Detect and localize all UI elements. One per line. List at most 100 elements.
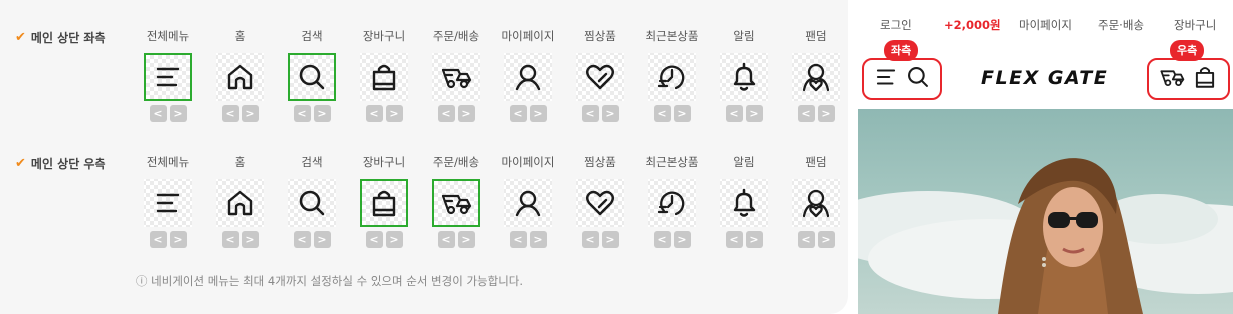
move-left-button[interactable]: < <box>149 105 167 122</box>
preview-cart-icon[interactable] <box>1192 64 1218 94</box>
delivery-icon[interactable] <box>432 53 480 101</box>
move-left-button[interactable]: < <box>653 231 671 248</box>
topbar-login-link[interactable]: 로그인 <box>880 17 912 33</box>
move-left-button[interactable]: < <box>149 231 167 248</box>
move-right-button[interactable]: > <box>313 231 331 248</box>
move-right-button[interactable]: > <box>313 105 331 122</box>
move-right-button[interactable]: > <box>601 231 619 248</box>
wishlist-icon[interactable] <box>576 179 624 227</box>
icon-option-recent: 최근본상품 < > <box>642 28 702 122</box>
icon-option-cart: 장바구니 < > <box>354 154 414 248</box>
icon-option-title: 홈 <box>234 155 246 169</box>
move-right-button[interactable]: > <box>601 105 619 122</box>
preview-delivery-icon[interactable] <box>1159 64 1185 94</box>
icon-option-mypage: 마이페이지 < > <box>498 154 558 248</box>
icon-option-delivery: 주문/배송 < > <box>426 28 486 122</box>
bell-icon[interactable] <box>720 179 768 227</box>
order-arrows: < > <box>354 105 414 122</box>
order-arrows: < > <box>210 231 270 248</box>
move-left-button[interactable]: < <box>653 105 671 122</box>
move-left-button[interactable]: < <box>797 231 815 248</box>
move-left-button[interactable]: < <box>725 231 743 248</box>
menu-icon[interactable] <box>144 179 192 227</box>
move-left-button[interactable]: < <box>437 105 455 122</box>
icon-option-title: 마이페이지 <box>501 155 555 169</box>
preview-topbar: 로그인 +2,000원 마이페이지 주문·배송 장바구니 <box>858 17 1233 35</box>
move-left-button[interactable]: < <box>221 231 239 248</box>
icon-option-mypage: 마이페이지 < > <box>498 28 558 122</box>
move-right-button[interactable]: > <box>817 231 835 248</box>
cart-icon[interactable] <box>360 179 408 227</box>
move-right-button[interactable]: > <box>817 105 835 122</box>
move-left-button[interactable]: < <box>365 231 383 248</box>
brand-logo[interactable]: FLEX GATE <box>981 67 1108 89</box>
icon-option-search: 검색 < > <box>282 154 342 248</box>
home-icon[interactable] <box>216 53 264 101</box>
fandom-icon[interactable] <box>792 53 840 101</box>
left-badge: 좌측 <box>884 40 919 61</box>
fandom-icon[interactable] <box>792 179 840 227</box>
icon-option-menu: 전체메뉴 < > <box>138 154 198 248</box>
move-right-button[interactable]: > <box>241 105 259 122</box>
search-icon[interactable] <box>288 179 336 227</box>
preview-search-icon[interactable] <box>905 64 931 94</box>
move-right-button[interactable]: > <box>673 105 691 122</box>
move-right-button[interactable]: > <box>529 105 547 122</box>
move-right-button[interactable]: > <box>529 231 547 248</box>
icon-option-cart: 장바구니 < > <box>354 28 414 122</box>
order-arrows: < > <box>642 105 702 122</box>
icon-option-title: 전체메뉴 <box>146 29 190 43</box>
delivery-icon[interactable] <box>432 179 480 227</box>
move-left-button[interactable]: < <box>509 231 527 248</box>
move-right-button[interactable]: > <box>169 231 187 248</box>
icon-option-title: 최근본상품 <box>645 155 699 169</box>
mypage-icon[interactable] <box>504 179 552 227</box>
move-right-button[interactable]: > <box>385 231 403 248</box>
icon-option-title: 검색 <box>301 155 323 169</box>
search-icon[interactable] <box>288 53 336 101</box>
move-left-button[interactable]: < <box>581 105 599 122</box>
icon-option-title: 최근본상품 <box>645 29 699 43</box>
move-left-button[interactable]: < <box>797 105 815 122</box>
order-arrows: < > <box>786 231 846 248</box>
move-left-button[interactable]: < <box>293 231 311 248</box>
move-right-button[interactable]: > <box>169 105 187 122</box>
topbar-mypage-link[interactable]: 마이페이지 <box>1019 17 1072 33</box>
order-arrows: < > <box>570 231 630 248</box>
icon-option-title: 마이페이지 <box>501 29 555 43</box>
topbar-order-link[interactable]: 주문·배송 <box>1098 17 1144 33</box>
wishlist-icon[interactable] <box>576 53 624 101</box>
move-left-button[interactable]: < <box>437 231 455 248</box>
move-right-button[interactable]: > <box>745 231 763 248</box>
move-left-button[interactable]: < <box>365 105 383 122</box>
move-left-button[interactable]: < <box>221 105 239 122</box>
bell-icon[interactable] <box>720 53 768 101</box>
icon-option-fandom: 팬덤 < > <box>786 28 846 122</box>
recent-icon[interactable] <box>648 53 696 101</box>
move-right-button[interactable]: > <box>673 231 691 248</box>
move-right-button[interactable]: > <box>745 105 763 122</box>
icon-option-fandom: 팬덤 < > <box>786 154 846 248</box>
order-arrows: < > <box>786 105 846 122</box>
icon-option-bell: 알림 < > <box>714 28 774 122</box>
topbar-point-link[interactable]: +2,000원 <box>944 17 1001 33</box>
menu-icon[interactable] <box>144 53 192 101</box>
move-left-button[interactable]: < <box>725 105 743 122</box>
cart-icon[interactable] <box>360 53 408 101</box>
move-left-button[interactable]: < <box>509 105 527 122</box>
move-left-button[interactable]: < <box>581 231 599 248</box>
check-icon: ✔ <box>15 30 26 45</box>
mypage-icon[interactable] <box>504 53 552 101</box>
icon-option-home: 홈 < > <box>210 28 270 122</box>
recent-icon[interactable] <box>648 179 696 227</box>
move-right-button[interactable]: > <box>457 231 475 248</box>
move-right-button[interactable]: > <box>241 231 259 248</box>
icon-option-title: 전체메뉴 <box>146 155 190 169</box>
home-icon[interactable] <box>216 179 264 227</box>
icon-option-title: 팬덤 <box>805 155 827 169</box>
preview-menu-icon[interactable] <box>873 64 899 94</box>
topbar-cart-link[interactable]: 장바구니 <box>1174 17 1216 33</box>
move-left-button[interactable]: < <box>293 105 311 122</box>
move-right-button[interactable]: > <box>457 105 475 122</box>
move-right-button[interactable]: > <box>385 105 403 122</box>
